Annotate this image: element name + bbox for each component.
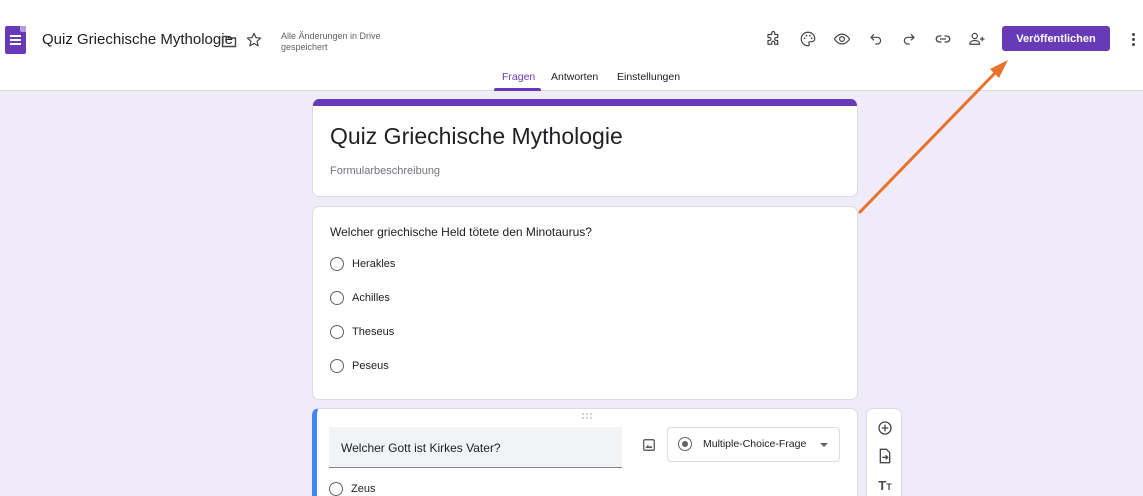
tab-fragen[interactable]: Fragen bbox=[502, 71, 535, 83]
form-title[interactable]: Quiz Griechische Mythologie bbox=[330, 123, 623, 150]
question-title: Welcher Gott ist Kirkes Vater? bbox=[341, 441, 501, 455]
form-title-card: Quiz Griechische Mythologie Formularbesc… bbox=[312, 99, 858, 197]
publish-button[interactable]: Veröffentlichen bbox=[1002, 26, 1110, 51]
link-icon[interactable] bbox=[932, 28, 954, 50]
star-icon[interactable] bbox=[243, 29, 265, 51]
question-side-toolbar: TT bbox=[866, 408, 902, 496]
save-status-text: Alle Änderungen in Drive gespeichert bbox=[281, 31, 381, 52]
answer-option-label: Theseus bbox=[352, 326, 395, 338]
tab-antworten[interactable]: Antworten bbox=[551, 71, 598, 83]
folder-icon[interactable] bbox=[218, 30, 240, 52]
document-title[interactable]: Quiz Griechische Mythologie bbox=[42, 31, 233, 48]
radio-button[interactable] bbox=[329, 482, 343, 496]
radio-button[interactable] bbox=[330, 291, 344, 305]
radio-button[interactable] bbox=[330, 325, 344, 339]
more-vert-icon[interactable] bbox=[1125, 28, 1141, 50]
question-type-label: Multiple-Choice-Frage bbox=[703, 438, 807, 450]
redo-icon[interactable] bbox=[898, 28, 920, 50]
radio-button-icon bbox=[678, 437, 692, 451]
answer-option-label: Herakles bbox=[352, 258, 396, 270]
question-type-dropdown[interactable]: Multiple-Choice-Frage bbox=[667, 427, 840, 462]
undo-icon[interactable] bbox=[865, 28, 887, 50]
answer-option-label[interactable]: Zeus bbox=[351, 483, 375, 495]
answer-option[interactable]: Peseus bbox=[330, 359, 389, 373]
forms-app-icon[interactable] bbox=[5, 26, 26, 54]
radio-button[interactable] bbox=[330, 257, 344, 271]
add-collaborator-icon[interactable] bbox=[966, 28, 988, 50]
active-question-card[interactable]: Welcher Gott ist Kirkes Vater? Multiple-… bbox=[312, 408, 858, 496]
app-header: Quiz Griechische Mythologie Alle Änderun… bbox=[0, 0, 1143, 91]
answer-option[interactable]: Achilles bbox=[330, 291, 390, 305]
form-description-field[interactable]: Formularbeschreibung bbox=[330, 165, 440, 177]
answer-option-label: Peseus bbox=[352, 360, 389, 372]
radio-button[interactable] bbox=[330, 359, 344, 373]
question-title: Welcher griechische Held tötete den Mino… bbox=[330, 225, 592, 239]
preview-eye-icon[interactable] bbox=[831, 28, 853, 50]
add-image-icon[interactable] bbox=[638, 434, 660, 456]
import-questions-icon[interactable] bbox=[875, 446, 895, 466]
drag-handle-icon[interactable] bbox=[582, 413, 594, 419]
answer-option[interactable]: Herakles bbox=[330, 257, 395, 271]
dropdown-arrow-icon bbox=[820, 443, 828, 447]
question-title-input[interactable]: Welcher Gott ist Kirkes Vater? bbox=[329, 427, 622, 468]
answer-option[interactable]: Theseus bbox=[330, 325, 394, 339]
active-tab-indicator bbox=[494, 88, 541, 91]
form-accent-bar bbox=[313, 99, 857, 106]
add-title-text-icon[interactable]: TT bbox=[875, 475, 895, 495]
answer-option[interactable]: Zeus bbox=[329, 482, 375, 496]
palette-icon[interactable] bbox=[797, 28, 819, 50]
add-question-icon[interactable] bbox=[875, 418, 895, 438]
tab-einstellungen[interactable]: Einstellungen bbox=[617, 71, 680, 83]
answer-option-label: Achilles bbox=[352, 292, 390, 304]
addon-icon[interactable] bbox=[763, 28, 785, 50]
question-card[interactable]: Welcher griechische Held tötete den Mino… bbox=[312, 206, 858, 400]
tab-bar: Fragen Antworten Einstellungen bbox=[0, 70, 1143, 91]
